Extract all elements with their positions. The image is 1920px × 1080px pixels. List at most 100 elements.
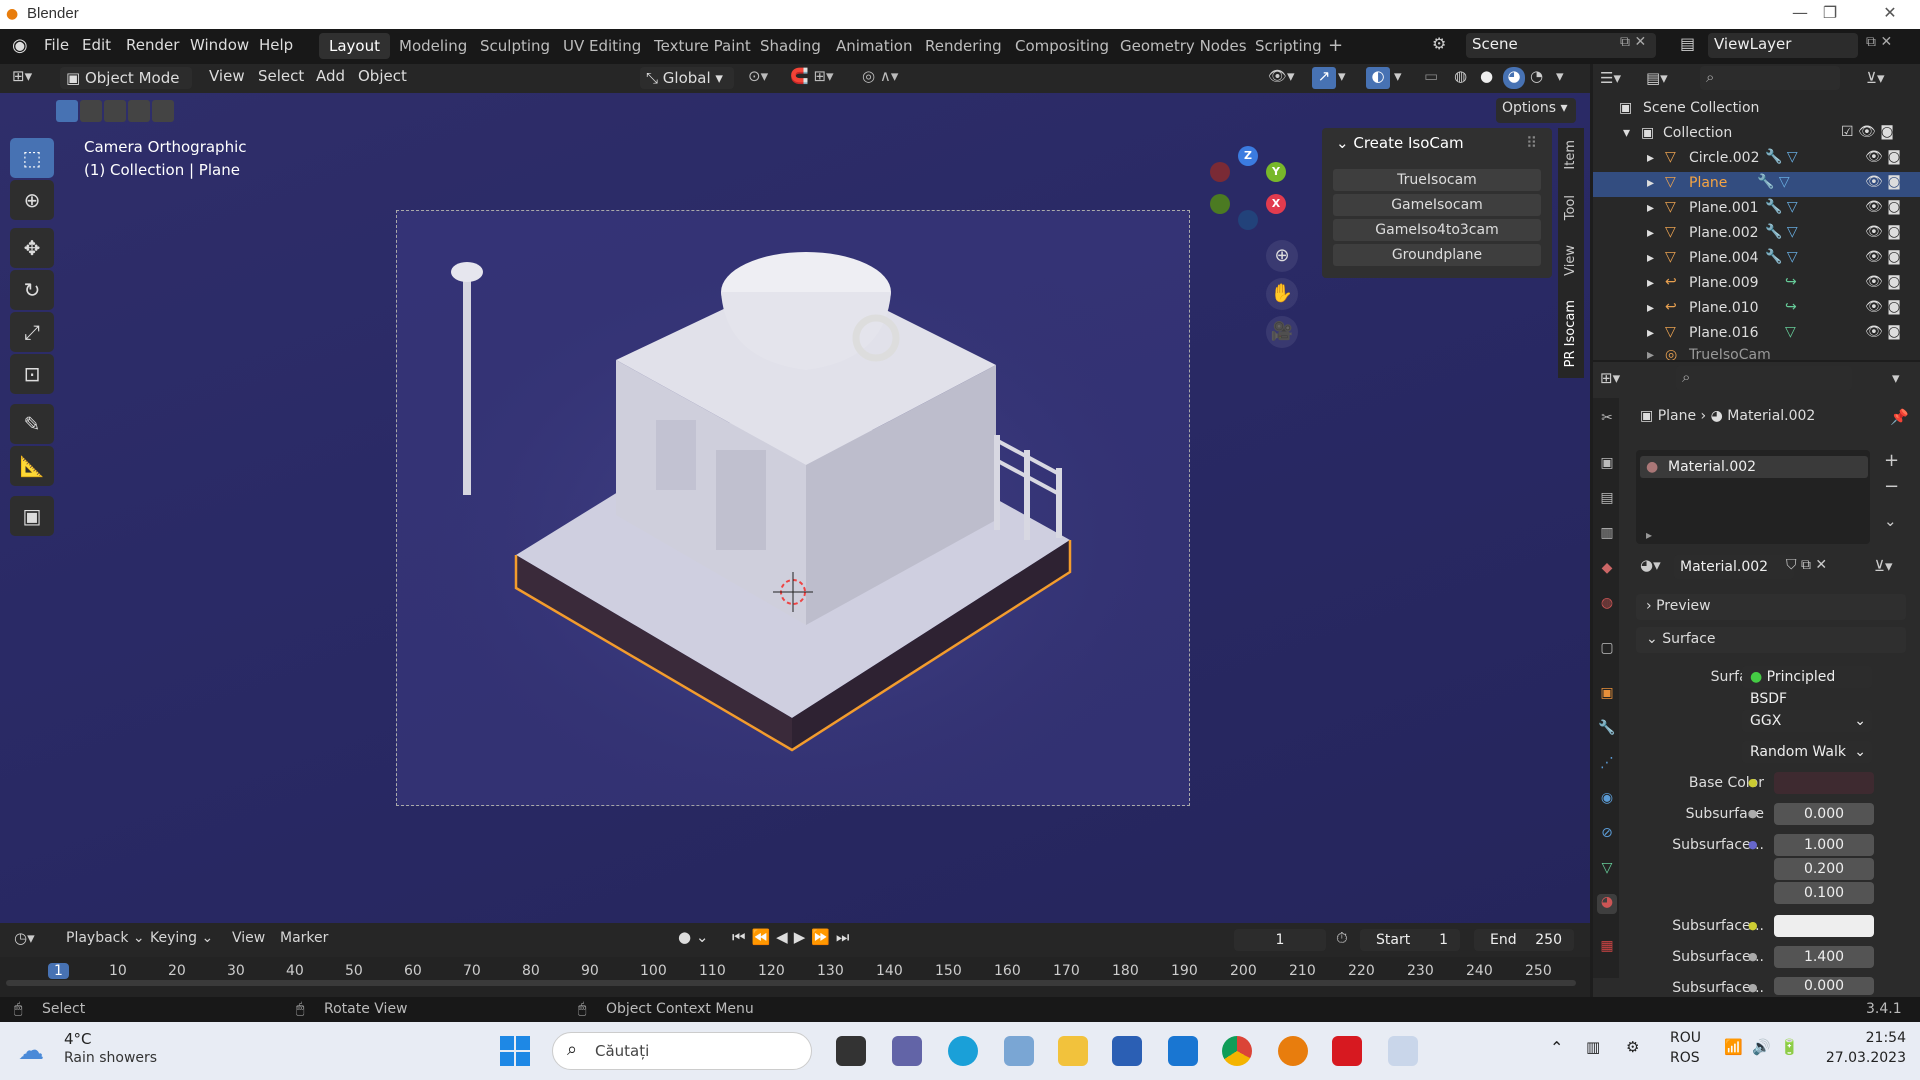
photos-icon[interactable] <box>1004 1036 1034 1066</box>
constraints-tab-icon[interactable]: ⊘ <box>1597 825 1617 845</box>
wireframe-shading-icon[interactable]: ◍ <box>1454 67 1467 89</box>
add-workspace-icon[interactable]: + <box>1328 35 1343 56</box>
options-dropdown[interactable]: Options ▾ <box>1496 98 1576 123</box>
scene-icon[interactable]: ⚙ <box>1432 34 1456 58</box>
timeline-scrollbar[interactable] <box>6 980 1576 986</box>
weather-temp[interactable]: 4°C <box>64 1030 92 1048</box>
visibility-icon[interactable]: 👁▾ <box>1268 67 1295 89</box>
select-box-tool-icon[interactable]: ⬚ <box>10 138 54 178</box>
flash-app-icon[interactable] <box>1332 1036 1362 1066</box>
outliner-item[interactable]: ▸ ↩ Plane.010 ↪ 👁 ◙ <box>1593 297 1920 322</box>
add-slot-icon[interactable]: + <box>1884 450 1899 471</box>
socket-icon[interactable]: ● <box>1748 981 1758 994</box>
tab-item[interactable]: Item <box>1563 140 1578 170</box>
menu-playback[interactable]: Playback ⌄ <box>66 930 145 946</box>
tool-tab-icon[interactable]: ✂ <box>1597 410 1617 430</box>
select-intersect-icon[interactable] <box>152 100 174 122</box>
visibility-icons[interactable]: 👁 ◙ <box>1865 199 1901 215</box>
file-explorer-icon[interactable] <box>1058 1036 1088 1066</box>
subsurface-color-swatch[interactable] <box>1774 915 1874 937</box>
slot-menu-icon[interactable]: ⌄ <box>1884 512 1897 530</box>
tab-compositing[interactable]: Compositing <box>1005 33 1119 59</box>
tray-settings-icon[interactable]: ⚙ <box>1626 1038 1639 1056</box>
drag-handle-icon[interactable]: ⠿ <box>1526 134 1537 152</box>
playback-controls[interactable]: ⏮⏪◀▶⏩⏭ <box>732 928 855 946</box>
data-tab-icon[interactable]: ▽ <box>1597 860 1617 880</box>
timeline-editor-icon[interactable]: ◷▾ <box>14 929 35 947</box>
render-tab-icon[interactable]: ▣ <box>1597 455 1617 475</box>
tab-animation[interactable]: Animation <box>826 33 922 59</box>
modifier-tab-icon[interactable]: 🔧 <box>1597 720 1617 740</box>
visibility-icons[interactable]: ☑ 👁 ◙ <box>1841 124 1894 140</box>
properties-search[interactable]: ⌕ <box>1676 366 1852 390</box>
blender-menu-icon[interactable]: ◉ <box>12 35 28 56</box>
overlay-dropdown-icon[interactable]: ▾ <box>1394 67 1402 89</box>
pin-icon[interactable]: 📌 <box>1890 408 1909 426</box>
keyboard-layout[interactable]: ROS <box>1670 1050 1700 1066</box>
scale-tool-icon[interactable]: ⤢ <box>10 312 54 352</box>
snap-icon[interactable]: 🧲 ⊞▾ <box>790 67 834 89</box>
annotate-tool-icon[interactable]: ✎ <box>10 404 54 444</box>
outliner-item[interactable]: ▸ ▽ Plane.016 ▽ 👁 ◙ <box>1593 322 1920 347</box>
rotate-tool-icon[interactable]: ↻ <box>10 270 54 310</box>
solid-shading-icon[interactable]: ● <box>1480 67 1493 89</box>
start-frame-field[interactable]: Start 1 <box>1360 929 1460 951</box>
tab-view[interactable]: View <box>1563 245 1578 276</box>
panel-title[interactable]: ⌄ Create IsoCam <box>1336 134 1464 152</box>
tray-chevron-icon[interactable]: ⌃ <box>1550 1038 1563 1057</box>
current-frame-field[interactable]: 1 <box>1234 929 1326 951</box>
subsurface-anisotropy-field[interactable]: 0.000 <box>1774 977 1874 995</box>
menu-select[interactable]: Select <box>258 67 304 89</box>
menu-window[interactable]: Window <box>190 36 249 54</box>
task-view-icon[interactable] <box>836 1036 866 1066</box>
xray-icon[interactable]: ▭ <box>1424 67 1438 89</box>
rendered-shading-icon[interactable]: ◔ <box>1530 67 1543 89</box>
subsurface-radius-x[interactable]: 1.000 <box>1774 834 1874 856</box>
new-scene-icon[interactable]: ⧉ ✕ <box>1620 34 1646 50</box>
menu-edit[interactable]: Edit <box>82 36 111 54</box>
visibility-icons[interactable]: 👁 ◙ <box>1865 274 1901 290</box>
menu-add[interactable]: Add <box>316 67 345 89</box>
gizmo-neg-x-axis[interactable] <box>1210 162 1230 182</box>
tab-rendering[interactable]: Rendering <box>915 33 1012 59</box>
link-dropdown-icon[interactable]: ⊻▾ <box>1874 557 1893 575</box>
taskbar-search[interactable]: ⌕ Căutați <box>552 1032 812 1070</box>
shading-dropdown-icon[interactable]: ▾ <box>1556 67 1564 89</box>
select-extend-icon[interactable] <box>80 100 102 122</box>
maximize-icon[interactable]: ❐ <box>1810 3 1850 25</box>
timeline-current-frame-marker[interactable]: 1 <box>48 963 69 979</box>
tab-texture-paint[interactable]: Texture Paint <box>644 33 761 59</box>
view-layer-icon[interactable]: ▤ <box>1680 34 1695 53</box>
pivot-icon[interactable]: ⊙▾ <box>748 67 768 89</box>
weather-icon[interactable]: ☁ <box>18 1036 44 1066</box>
material-actions-icons[interactable]: ⛉ ⧉ ✕ <box>1786 557 1827 573</box>
gameiso4to3cam-button[interactable]: GameIso4to3cam <box>1333 219 1541 241</box>
pan-hand-icon[interactable]: ✋ <box>1266 278 1298 310</box>
clock-time[interactable]: 21:54 <box>1834 1030 1906 1046</box>
outliner-item[interactable]: ▸ ◎ TrueIsoCam <box>1593 347 1920 360</box>
distribution-dropdown[interactable]: GGX ⌄ <box>1742 710 1872 732</box>
zoom-icon[interactable]: ⊕ <box>1266 240 1298 272</box>
preview-panel-header[interactable]: › Preview <box>1636 594 1906 620</box>
outliner-editor-icon[interactable]: ☰▾ <box>1600 69 1621 87</box>
collection-tab-icon[interactable]: ▢ <box>1597 640 1617 660</box>
filter-icon[interactable]: ⊻▾ <box>1866 69 1885 87</box>
remove-slot-icon[interactable]: − <box>1884 476 1899 497</box>
outliner-collection[interactable]: ▾ ▣ Collection ☑ 👁 ◙ <box>1593 122 1920 147</box>
material-name-field[interactable]: Material.002 <box>1674 555 1794 579</box>
transform-orientation[interactable]: ⤡ Global ▾ <box>640 67 734 89</box>
socket-icon[interactable]: ● <box>1748 950 1758 963</box>
properties-editor-icon[interactable]: ⊞▾ <box>1600 369 1620 387</box>
tab-sculpting[interactable]: Sculpting <box>470 33 560 59</box>
scene-tab-icon[interactable]: ◆ <box>1597 560 1617 580</box>
gameisocam-button[interactable]: GameIsocam <box>1333 194 1541 216</box>
material-shading-icon[interactable]: ◕ <box>1503 67 1525 89</box>
teams-icon[interactable] <box>892 1036 922 1066</box>
store-icon[interactable] <box>1112 1036 1142 1066</box>
particles-tab-icon[interactable]: ⋰ <box>1597 755 1617 775</box>
visibility-icons[interactable]: 👁 ◙ <box>1865 149 1901 165</box>
stopwatch-icon[interactable]: ⏱ <box>1336 929 1348 947</box>
browse-material-icon[interactable]: ◕▾ <box>1640 556 1661 574</box>
select-subtract-icon[interactable] <box>104 100 126 122</box>
windows-start-icon[interactable] <box>500 1036 530 1066</box>
